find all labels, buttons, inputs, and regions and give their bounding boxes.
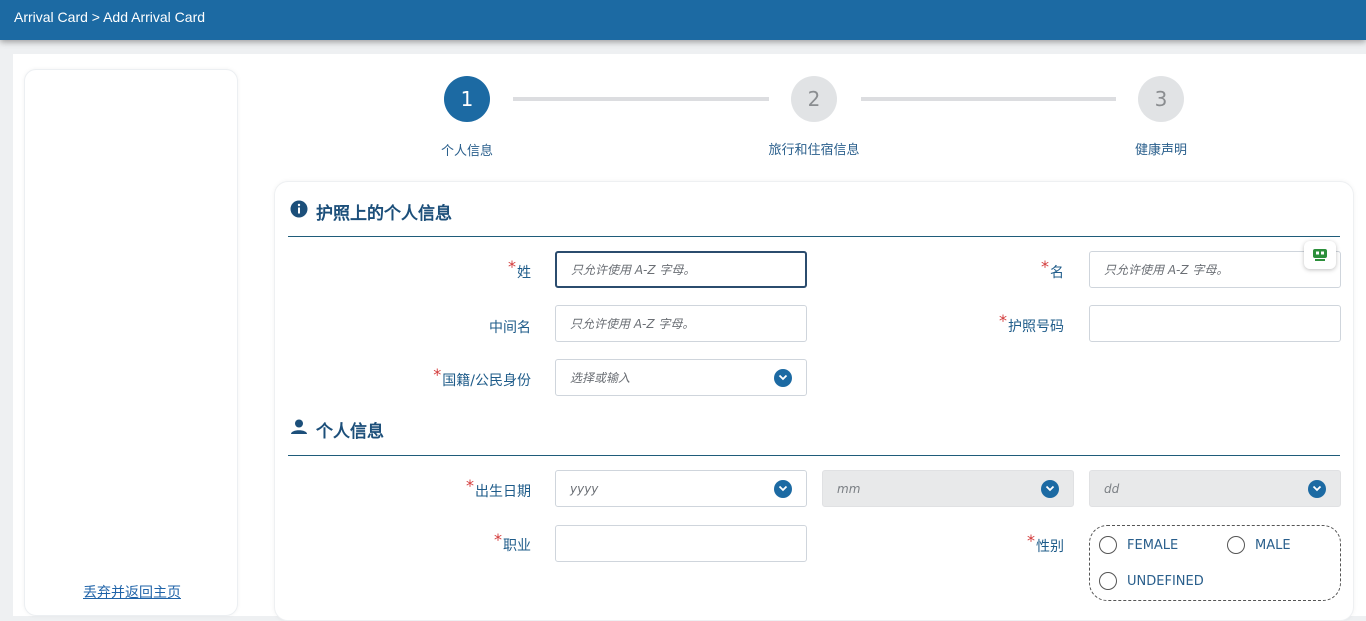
passport-number-label: *护照号码	[999, 311, 1064, 335]
dob-year-select[interactable]: yyyy	[555, 470, 807, 507]
gender-undefined-option[interactable]: UNDEFINED	[1099, 572, 1204, 590]
personal-section-heading: 个人信息	[290, 417, 384, 442]
gender-undefined-label: UNDEFINED	[1127, 573, 1204, 589]
middle-name-input[interactable]	[570, 316, 792, 331]
passport-number-field[interactable]	[1089, 305, 1341, 342]
surname-label: *姓	[508, 257, 531, 281]
middle-name-field[interactable]	[555, 305, 807, 342]
occupation-field[interactable]	[555, 525, 807, 562]
info-icon	[290, 200, 308, 223]
section-divider	[288, 455, 1340, 456]
surname-input[interactable]	[571, 262, 791, 277]
step-connector-1	[513, 97, 769, 101]
passport-section-title: 护照上的个人信息	[316, 204, 452, 224]
discard-return-home-link[interactable]: 丢弃并返回主页	[25, 582, 239, 602]
gender-female-option[interactable]: FEMALE	[1099, 536, 1178, 554]
dob-day-placeholder: dd	[1104, 481, 1120, 496]
occupation-input[interactable]	[570, 536, 792, 551]
step-2-label: 旅行和住宿信息	[768, 143, 860, 158]
gender-radio-group: FEMALE MALE UNDEFINED	[1089, 525, 1341, 601]
chevron-down-icon[interactable]	[774, 479, 792, 498]
step-3-circle: 3	[1138, 76, 1184, 122]
radio-circle[interactable]	[1227, 536, 1245, 554]
extension-helper-icon[interactable]	[1304, 241, 1336, 269]
passport-section-heading: 护照上的个人信息	[290, 199, 452, 224]
occupation-label: *职业	[494, 530, 531, 554]
given-name-input[interactable]	[1104, 262, 1326, 277]
chevron-down-icon[interactable]	[1308, 479, 1326, 498]
step-connector-2	[861, 97, 1116, 101]
passport-number-input[interactable]	[1104, 316, 1326, 331]
dob-year-placeholder: yyyy	[570, 481, 599, 496]
top-bar: Arrival Card > Add Arrival Card	[0, 0, 1366, 40]
radio-circle[interactable]	[1099, 572, 1117, 590]
radio-circle[interactable]	[1099, 536, 1117, 554]
chevron-down-icon[interactable]	[774, 368, 792, 387]
gender-female-label: FEMALE	[1127, 537, 1179, 553]
step-2-circle: 2	[791, 76, 837, 122]
step-1-circle: 1	[444, 76, 490, 122]
gender-label: *性别	[1027, 531, 1064, 555]
given-name-label: *名	[1041, 257, 1064, 281]
sidebar-panel: 丢弃并返回主页	[24, 69, 238, 616]
dob-month-placeholder: mm	[837, 481, 861, 496]
dob-month-select[interactable]: mm	[822, 470, 1074, 507]
gender-male-option[interactable]: MALE	[1227, 536, 1291, 554]
middle-name-label: 中间名	[489, 320, 531, 336]
step-3-label: 健康声明	[1134, 143, 1187, 158]
nationality-placeholder: 选择或输入	[570, 371, 631, 385]
breadcrumb: Arrival Card > Add Arrival Card	[14, 9, 206, 25]
personal-section-title: 个人信息	[316, 422, 384, 442]
chevron-down-icon[interactable]	[1041, 479, 1059, 498]
section-divider	[288, 236, 1340, 237]
gender-male-label: MALE	[1255, 537, 1291, 553]
nationality-label: *国籍/公民身份	[433, 365, 531, 389]
step-1-label: 个人信息	[440, 144, 493, 159]
dob-day-select[interactable]: dd	[1089, 470, 1341, 507]
nationality-select[interactable]: 选择或输入	[555, 359, 807, 396]
user-icon	[290, 419, 308, 440]
dob-label: *出生日期	[466, 476, 531, 500]
surname-field[interactable]	[555, 251, 807, 288]
